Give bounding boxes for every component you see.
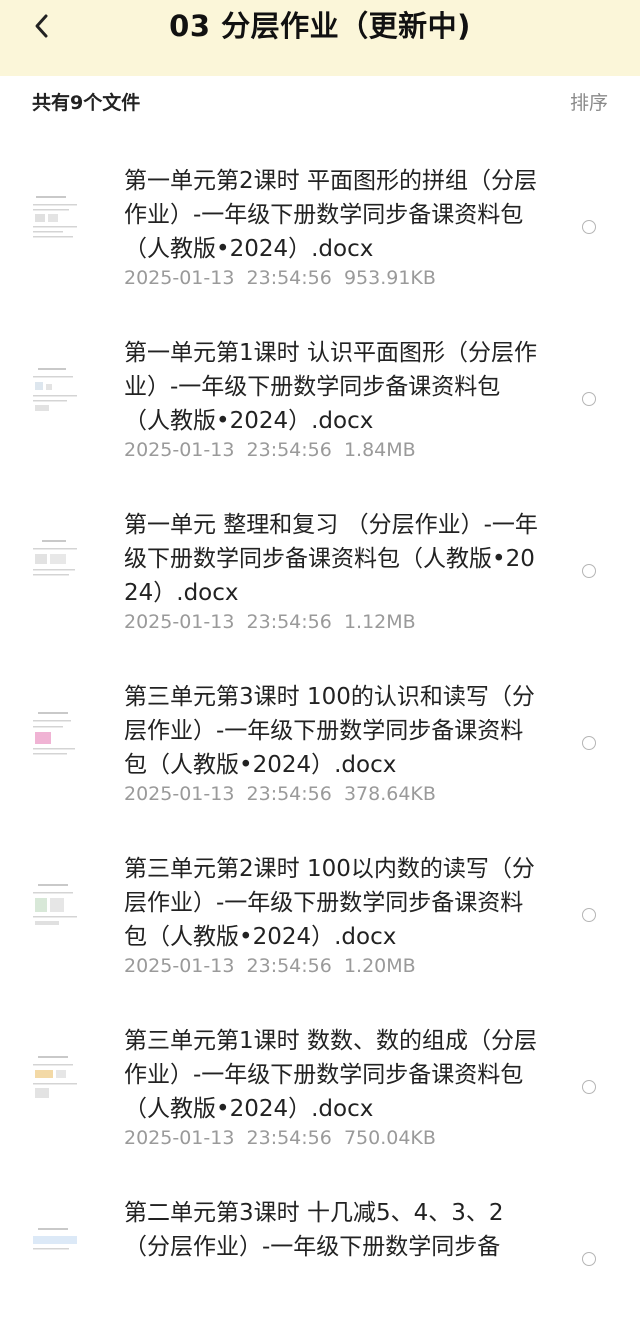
- file-meta: 2025-01-13 23:54:56 1.84MB: [124, 439, 416, 461]
- file-time: 23:54:56: [246, 267, 332, 289]
- file-list-item[interactable]: 第三单元第1课时 数数、数的组成（分层作业）-一年级下册数学同步备课资料包（人教…: [0, 986, 640, 1158]
- file-name: 第三单元第2课时 100以内数的读写（分层作业）-一年级下册数学同步备课资料包（…: [124, 856, 535, 950]
- file-size: 1.84MB: [343, 439, 416, 461]
- file-size: 953.91KB: [343, 267, 436, 289]
- file-name: 第一单元 整理和复习 （分层作业）-一年级下册数学同步备课资料包（人教版•202…: [124, 512, 538, 606]
- document-thumbnail: [30, 706, 84, 778]
- radio-unchecked-icon[interactable]: [582, 392, 596, 406]
- file-date: 2025-01-13: [124, 439, 235, 461]
- sort-button[interactable]: 排序: [570, 88, 608, 115]
- document-thumbnail: [30, 1222, 84, 1294]
- file-time: 23:54:56: [246, 955, 332, 977]
- file-date: 2025-01-13: [124, 267, 235, 289]
- file-name: 第二单元第3课时 十几减5、4、3、2（分层作业）-一年级下册数学同步备: [124, 1200, 504, 1260]
- file-list-item[interactable]: 第一单元第2课时 平面图形的拼组（分层作业）-一年级下册数学同步备课资料包（人教…: [0, 126, 640, 298]
- file-size: 1.20MB: [343, 955, 416, 977]
- file-meta: 2025-01-13 23:54:56 953.91KB: [124, 267, 436, 289]
- file-meta: 2025-01-13 23:54:56 1.20MB: [124, 955, 416, 977]
- document-thumbnail: [30, 534, 84, 606]
- radio-unchecked-icon[interactable]: [582, 564, 596, 578]
- file-list-item[interactable]: 第一单元第1课时 认识平面图形（分层作业）-一年级下册数学同步备课资料包（人教版…: [0, 298, 640, 470]
- file-date: 2025-01-13: [124, 611, 235, 633]
- file-meta: 2025-01-13 23:54:56 750.04KB: [124, 1127, 436, 1149]
- file-count-label: 共有9个文件: [32, 92, 141, 114]
- file-size: 378.64KB: [343, 783, 436, 805]
- document-thumbnail: [30, 1050, 84, 1122]
- file-name: 第一单元第2课时 平面图形的拼组（分层作业）-一年级下册数学同步备课资料包（人教…: [124, 168, 537, 262]
- radio-unchecked-icon[interactable]: [582, 908, 596, 922]
- file-size: 1.12MB: [343, 611, 416, 633]
- document-thumbnail: [30, 362, 84, 434]
- file-time: 23:54:56: [246, 1127, 332, 1149]
- top-bar: 03 分层作业（更新中): [0, 0, 640, 76]
- document-thumbnail: [30, 878, 84, 950]
- file-meta: 2025-01-13 23:54:56 378.64KB: [124, 783, 436, 805]
- file-date: 2025-01-13: [124, 1127, 235, 1149]
- radio-unchecked-icon[interactable]: [582, 736, 596, 750]
- file-list-item[interactable]: 第一单元 整理和复习 （分层作业）-一年级下册数学同步备课资料包（人教版•202…: [0, 470, 640, 642]
- file-time: 23:54:56: [246, 783, 332, 805]
- file-name: 第三单元第1课时 数数、数的组成（分层作业）-一年级下册数学同步备课资料包（人教…: [124, 1028, 537, 1122]
- radio-unchecked-icon[interactable]: [582, 220, 596, 234]
- file-date: 2025-01-13: [124, 955, 235, 977]
- file-time: 23:54:56: [246, 611, 332, 633]
- file-list-item[interactable]: 第三单元第2课时 100以内数的读写（分层作业）-一年级下册数学同步备课资料包（…: [0, 814, 640, 986]
- document-thumbnail: [30, 190, 84, 262]
- file-list-item[interactable]: 第二单元第3课时 十几减5、4、3、2（分层作业）-一年级下册数学同步备: [0, 1158, 640, 1330]
- file-time: 23:54:56: [246, 439, 332, 461]
- file-name: 第三单元第3课时 100的认识和读写（分层作业）-一年级下册数学同步备课资料包（…: [124, 684, 535, 778]
- file-size: 750.04KB: [343, 1127, 436, 1149]
- page-title: 03 分层作业（更新中): [169, 9, 471, 43]
- list-toolbar: 共有9个文件 排序: [0, 76, 640, 126]
- file-name: 第一单元第1课时 认识平面图形（分层作业）-一年级下册数学同步备课资料包（人教版…: [124, 340, 537, 434]
- file-list-item[interactable]: 第三单元第3课时 100的认识和读写（分层作业）-一年级下册数学同步备课资料包（…: [0, 642, 640, 814]
- file-date: 2025-01-13: [124, 783, 235, 805]
- file-meta: 2025-01-13 23:54:56 1.12MB: [124, 611, 416, 633]
- radio-unchecked-icon[interactable]: [582, 1080, 596, 1094]
